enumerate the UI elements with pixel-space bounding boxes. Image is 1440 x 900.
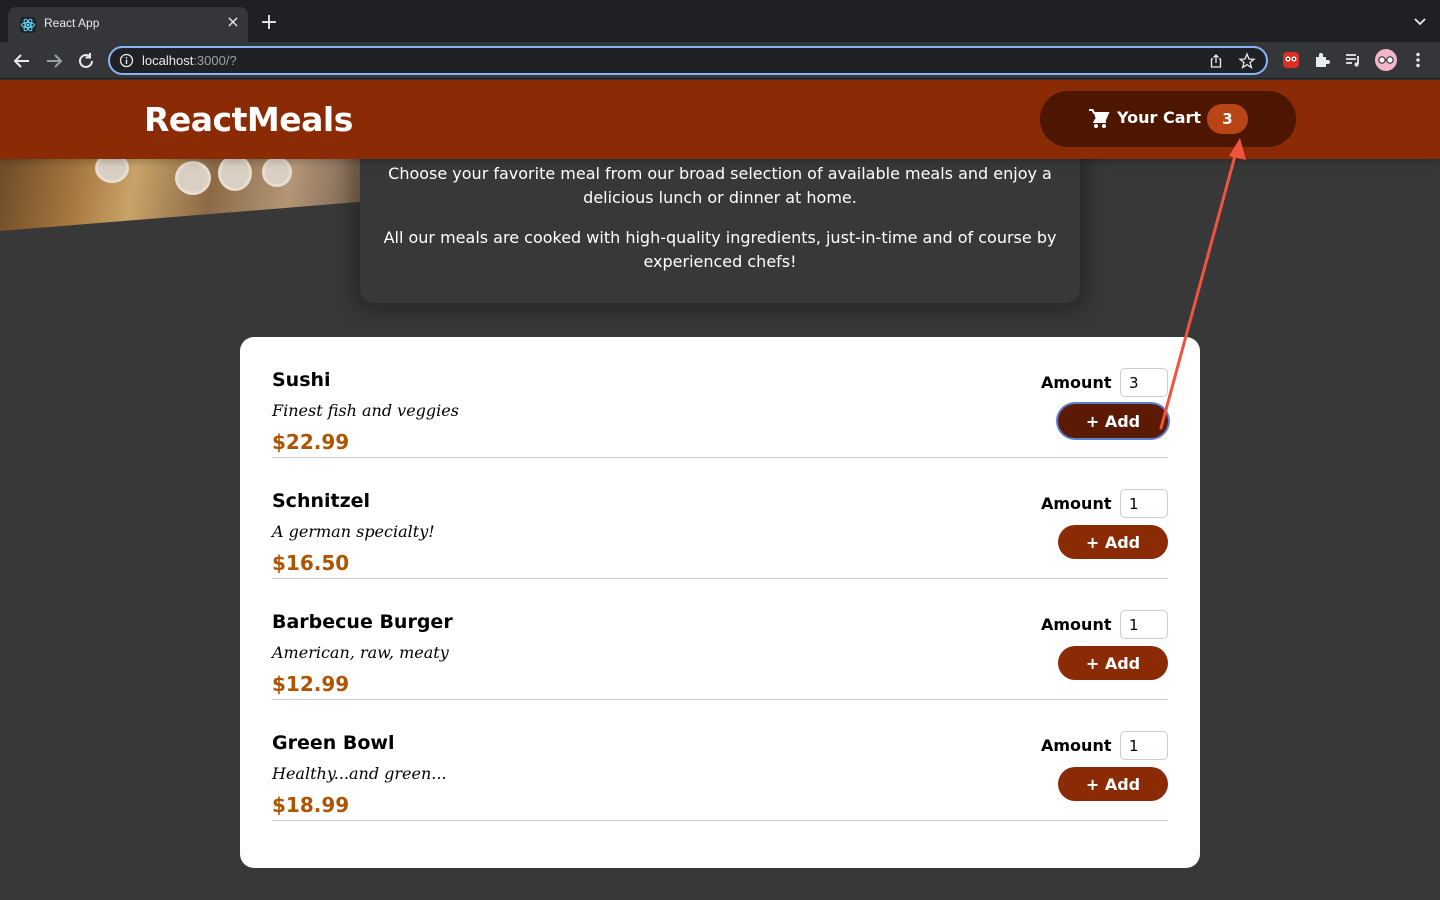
share-icon[interactable]: [1208, 53, 1224, 69]
tab-title: React App: [44, 16, 100, 30]
amount-input[interactable]: [1120, 489, 1168, 518]
summary-paragraph: All our meals are cooked with high-quali…: [383, 228, 1057, 271]
cart-badge: 3: [1207, 104, 1248, 134]
add-button[interactable]: + Add: [1058, 404, 1168, 438]
chevron-down-icon[interactable]: [1412, 13, 1428, 29]
amount-label: Amount: [1041, 373, 1112, 392]
back-arrow-icon[interactable]: [11, 50, 33, 72]
meal-name: Barbecue Burger: [272, 611, 453, 633]
info-icon[interactable]: [119, 53, 134, 68]
meal-item: Sushi Finest fish and veggies $22.99 Amo…: [272, 337, 1168, 458]
meal-name: Sushi: [272, 369, 331, 391]
react-favicon: [20, 17, 36, 33]
meals-summary: Choose your favorite meal from our broad…: [360, 140, 1080, 303]
meal-name: Schnitzel: [272, 490, 371, 512]
cart-icon: [1089, 109, 1110, 128]
close-icon[interactable]: ×: [224, 13, 242, 31]
meal-price: $18.99: [272, 793, 350, 817]
amount-input[interactable]: [1120, 731, 1168, 760]
star-icon[interactable]: [1238, 52, 1256, 70]
cart-button[interactable]: Your Cart 3: [1040, 91, 1296, 147]
meal-item: Green Bowl Healthy...and green... $18.99…: [272, 700, 1168, 821]
media-icon[interactable]: [1343, 50, 1363, 70]
meal-description: Healthy...and green...: [272, 764, 447, 783]
brand-title: ReactMeals: [144, 100, 353, 139]
meals-list: Sushi Finest fish and veggies $22.99 Amo…: [240, 337, 1200, 868]
cart-label: Your Cart: [1117, 108, 1202, 127]
amount-label: Amount: [1041, 615, 1112, 634]
profile-avatar[interactable]: [1375, 49, 1397, 71]
amount-label: Amount: [1041, 494, 1112, 513]
meal-description: A german specialty!: [272, 522, 435, 541]
meal-item: Schnitzel A german specialty! $16.50 Amo…: [272, 458, 1168, 579]
url-text[interactable]: localhost:3000/?: [142, 53, 237, 68]
meal-price: $16.50: [272, 551, 350, 575]
add-button[interactable]: + Add: [1058, 646, 1168, 680]
extension-icon[interactable]: [1281, 50, 1301, 70]
browser-toolbar: localhost:3000/?: [0, 42, 1440, 79]
amount-label: Amount: [1041, 736, 1112, 755]
add-button[interactable]: + Add: [1058, 767, 1168, 801]
reload-icon[interactable]: [75, 50, 97, 72]
browser-tab[interactable]: React App ×: [8, 7, 248, 42]
meal-item: Barbecue Burger American, raw, meaty $12…: [272, 579, 1168, 700]
app-header: ReactMeals Your Cart 3: [0, 80, 1440, 159]
plus-icon[interactable]: +: [258, 12, 280, 34]
meal-price: $22.99: [272, 430, 350, 454]
meal-price: $12.99: [272, 672, 350, 696]
amount-input[interactable]: [1120, 610, 1168, 639]
menu-dots-icon[interactable]: [1408, 50, 1428, 70]
forward-arrow-icon[interactable]: [43, 50, 65, 72]
add-button[interactable]: + Add: [1058, 525, 1168, 559]
address-bar[interactable]: localhost:3000/?: [108, 46, 1268, 75]
amount-input[interactable]: [1120, 368, 1168, 397]
meal-table-photo: [0, 159, 380, 231]
summary-paragraph: Choose your favorite meal from our broad…: [388, 164, 1052, 207]
meal-description: American, raw, meaty: [272, 643, 449, 662]
meal-name: Green Bowl: [272, 732, 395, 754]
browser-tabstrip: React App × +: [0, 0, 1440, 42]
extensions-icon[interactable]: [1312, 50, 1332, 70]
meal-description: Finest fish and veggies: [272, 401, 459, 420]
